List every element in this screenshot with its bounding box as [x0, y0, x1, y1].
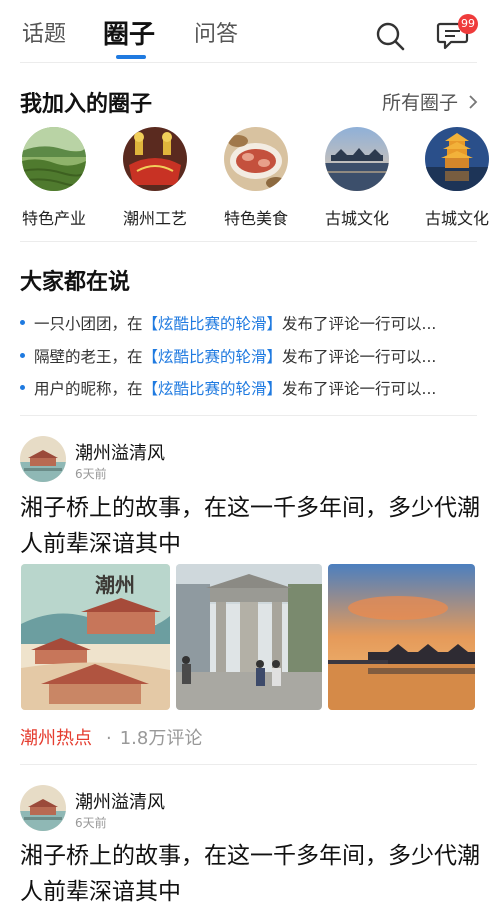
discussion-item[interactable]: 一只小团团，在【炫酷比赛的轮滑】发布了评论一行可以...	[20, 312, 480, 334]
discussion-action: 发布了评论一行可以...	[282, 315, 437, 333]
divider	[20, 241, 477, 242]
post-image[interactable]	[176, 564, 322, 710]
joined-circles-title: 我加入的圈子	[20, 92, 153, 117]
post-comment-count: · 1.8万评论	[106, 724, 202, 750]
author-avatar-image	[20, 785, 66, 831]
discussion-user: 用户的昵称，在	[34, 380, 143, 398]
divider	[20, 415, 477, 416]
discussion-topic-link[interactable]: 【炫酷比赛的轮滑】	[143, 348, 283, 366]
circle-crafts-image	[123, 127, 187, 191]
tab-qa[interactable]: 问答	[194, 16, 238, 48]
author-avatar-image	[20, 436, 66, 482]
discussion-title: 大家都在说	[20, 270, 131, 295]
circle-label: 古城文化	[424, 209, 489, 228]
circle-label: 古城文化	[324, 209, 389, 228]
circle-item-oldtown-2[interactable]: 古城文化	[414, 127, 497, 229]
chevron-right-icon	[469, 95, 478, 109]
post-image[interactable]: 潮州	[21, 564, 170, 710]
all-circles-label: 所有圈子	[382, 92, 459, 114]
bullet-dot	[20, 320, 25, 325]
post-time: 6天前	[75, 816, 107, 830]
post-image-sunset	[328, 564, 475, 710]
circle-item-food[interactable]: 特色美食	[213, 127, 299, 229]
circle-oldtown-image	[425, 127, 489, 191]
author-avatar[interactable]	[20, 436, 66, 482]
post-topic-tag[interactable]: 潮州热点	[20, 724, 92, 750]
tab-circles[interactable]: 圈子	[103, 14, 155, 51]
active-tab-indicator	[116, 55, 146, 59]
discussion-item[interactable]: 用户的昵称，在【炫酷比赛的轮滑】发布了评论一行可以...	[20, 377, 480, 399]
circle-item-crafts[interactable]: 潮州工艺	[112, 127, 198, 229]
post-image-caption: 潮州	[95, 573, 135, 597]
post-image-illustration: 潮州	[21, 564, 170, 710]
circle-label: 特色美食	[223, 209, 288, 228]
discussion-user: 隔壁的老王，在	[34, 348, 143, 366]
discussion-item[interactable]: 隔壁的老王，在【炫酷比赛的轮滑】发布了评论一行可以...	[20, 345, 480, 367]
circle-item-oldtown[interactable]: 古城文化	[314, 127, 400, 229]
author-name[interactable]: 潮州溢清风	[75, 788, 165, 814]
discussion-topic-link[interactable]: 【炫酷比赛的轮滑】	[143, 315, 283, 333]
circle-oldtown-image	[325, 127, 389, 191]
post-image-photo	[176, 564, 322, 710]
bullet-dot	[20, 385, 25, 390]
post-image[interactable]	[328, 564, 475, 710]
discussion-action: 发布了评论一行可以...	[282, 348, 437, 366]
all-circles-link[interactable]: 所有圈子	[382, 88, 478, 115]
meta-separator: ·	[106, 728, 112, 749]
circle-label: 潮州工艺	[122, 209, 187, 228]
post-time: 6天前	[75, 467, 107, 481]
tab-topics[interactable]: 话题	[22, 16, 66, 48]
circle-food-image	[224, 127, 288, 191]
message-badge: 99	[458, 14, 478, 34]
author-name[interactable]: 潮州溢清风	[75, 439, 165, 465]
comment-count: 1.8万评论	[119, 728, 203, 749]
divider	[20, 62, 477, 63]
circle-label: 特色产业	[21, 209, 86, 228]
divider	[20, 764, 477, 765]
discussion-user: 一只小团团，在	[34, 315, 143, 333]
bullet-dot	[20, 353, 25, 358]
post-title[interactable]: 湘子桥上的故事，在这一千多年间，多少代潮人前辈深谙其中	[20, 838, 482, 910]
discussion-action: 发布了评论一行可以...	[282, 380, 437, 398]
search-icon[interactable]	[374, 20, 406, 52]
circle-industry-image	[21, 127, 87, 191]
post-title[interactable]: 湘子桥上的故事，在这一千多年间，多少代潮人前辈深谙其中	[20, 490, 482, 562]
circle-item-industry[interactable]: 特色产业	[11, 127, 97, 229]
discussion-topic-link[interactable]: 【炫酷比赛的轮滑】	[143, 380, 283, 398]
author-avatar[interactable]	[20, 785, 66, 831]
